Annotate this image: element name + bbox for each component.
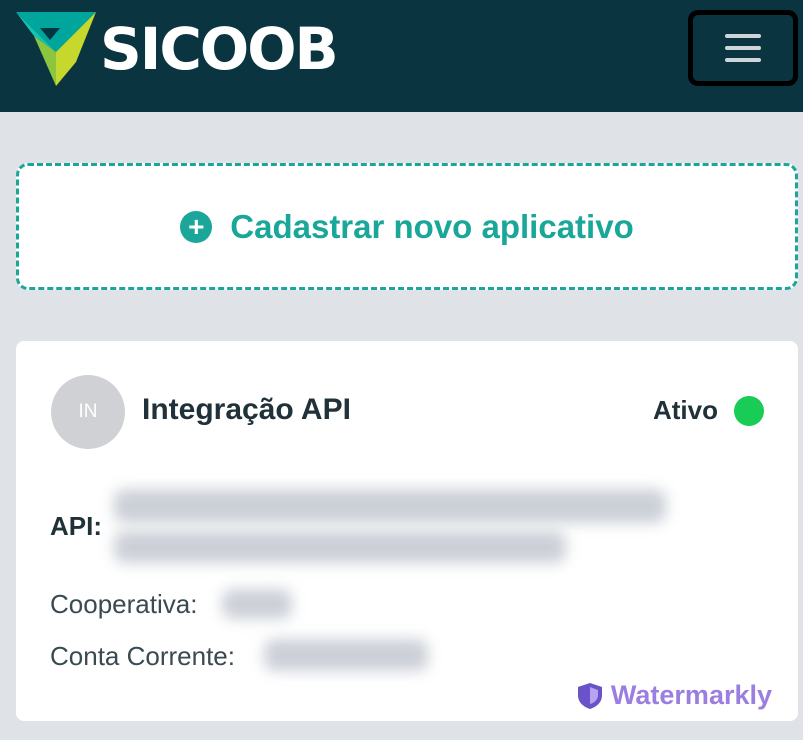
- logo-wordmark: SICOOB: [100, 15, 339, 83]
- status-dot-icon: [734, 395, 764, 426]
- shield-icon: [577, 682, 602, 709]
- register-new-app-button[interactable]: + Cadastrar novo aplicativo: [16, 163, 798, 290]
- conta-corrente-value-redacted: [264, 639, 428, 671]
- status-indicator: Ativo: [653, 395, 764, 426]
- hamburger-menu-icon: [725, 34, 761, 62]
- cooperativa-value-redacted: [222, 589, 292, 619]
- sicoob-logo[interactable]: SICOOB: [16, 12, 339, 86]
- avatar: IN: [51, 375, 125, 449]
- status-label: Ativo: [653, 395, 718, 425]
- register-new-app-label: Cadastrar novo aplicativo: [230, 207, 634, 245]
- cooperativa-label: Cooperativa:: [50, 589, 198, 619]
- top-navbar: SICOOB: [0, 0, 803, 112]
- plus-circle-icon: +: [180, 210, 213, 243]
- watermark: Watermarkly: [577, 680, 772, 711]
- watermark-text: Watermarkly: [610, 680, 772, 710]
- app-name: Integração API: [142, 393, 351, 426]
- conta-corrente-label: Conta Corrente:: [50, 641, 235, 671]
- menu-button[interactable]: [688, 10, 798, 86]
- avatar-initials: IN: [78, 401, 98, 422]
- api-label: API:: [50, 511, 102, 541]
- app-card[interactable]: IN Integração API Ativo API: Cooperativa…: [16, 341, 798, 721]
- api-value-redacted-line2: [114, 531, 566, 563]
- api-value-redacted: [114, 489, 666, 523]
- sicoob-logo-icon: [16, 12, 96, 86]
